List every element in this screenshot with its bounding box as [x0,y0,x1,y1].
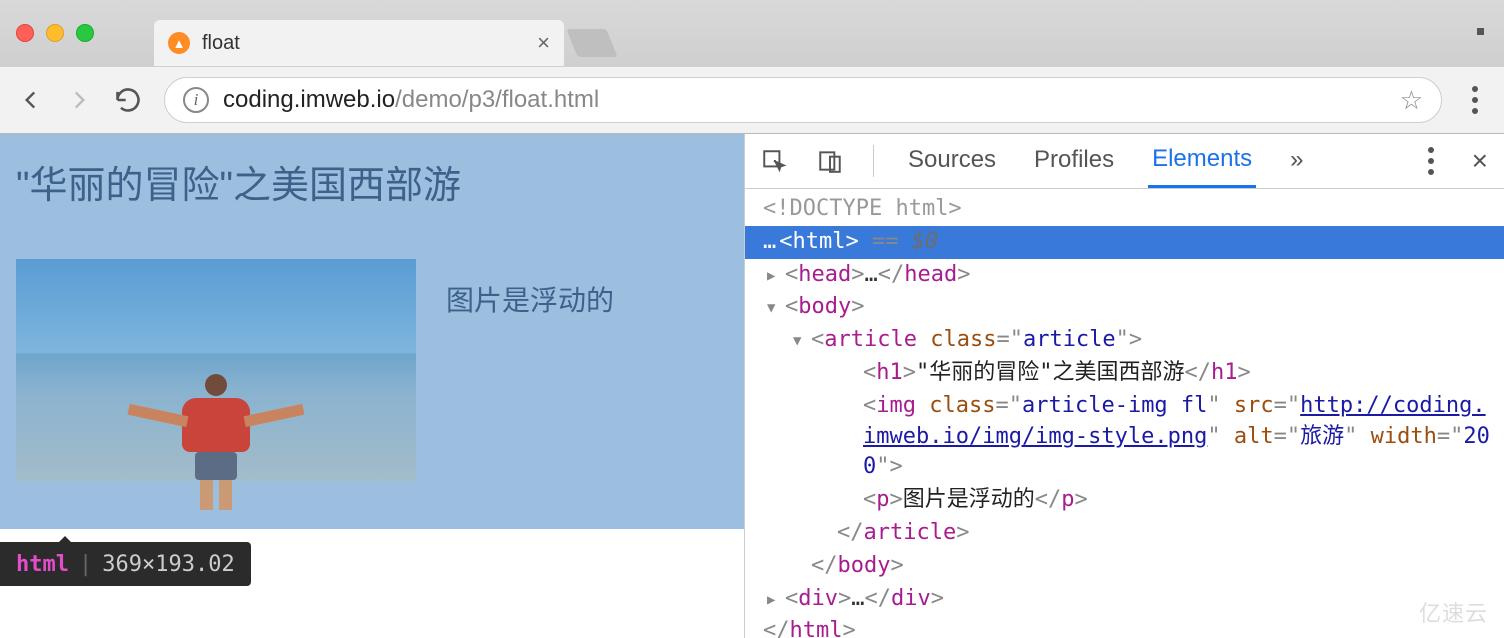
browser-tab-bar: ▲ float × [0,0,1504,66]
devtools-panel: Sources Profiles Elements » × <!DOCTYPE … [744,134,1504,638]
dom-html-selected[interactable]: …<html> == $0 [745,226,1504,259]
dom-article-close[interactable]: </article> [745,517,1504,550]
dom-body-close[interactable]: </body> [745,550,1504,583]
tab-more[interactable]: » [1286,136,1307,186]
article-image [16,259,416,481]
tooltip-dimensions: 369×193.02 [102,552,234,577]
tab-elements[interactable]: Elements [1148,135,1256,188]
article-highlight: "华丽的冒险"之美国西部游 图片是浮动的 [0,134,744,529]
toolbar: i coding.imweb.io/demo/p3/float.html ☆ [0,66,1504,134]
minimize-icon [1477,28,1484,35]
dom-h1[interactable]: <h1>"华丽的冒险"之美国西部游</h1> [745,357,1504,390]
bookmark-star-icon[interactable]: ☆ [1400,85,1423,116]
dom-html-close[interactable]: </html> [745,615,1504,638]
window-controls [16,24,94,42]
dom-img[interactable]: <img class="article-img fl" src="http://… [745,390,1504,484]
back-button[interactable] [18,87,44,113]
reload-button[interactable] [114,86,142,114]
devtools-menu-button[interactable] [1420,147,1442,175]
dom-head[interactable]: <head>…</head> [745,259,1504,292]
devtools-close-button[interactable]: × [1472,145,1488,177]
maximize-window-button[interactable] [76,24,94,42]
new-tab-button[interactable] [566,29,617,57]
element-tooltip: html | 369×193.02 [0,542,251,586]
minimize-window-button[interactable] [46,24,64,42]
close-tab-button[interactable]: × [537,30,550,56]
site-info-icon[interactable]: i [183,87,209,113]
dom-tree[interactable]: <!DOCTYPE html> …<html> == $0 <head>…</h… [745,189,1504,638]
chrome-menu-button[interactable] [1464,86,1486,114]
watermark: 亿速云 [1419,596,1488,628]
devtools-tab-bar: Sources Profiles Elements » × [745,134,1504,189]
page-heading: "华丽的冒险"之美国西部游 [16,154,728,209]
inspect-icon[interactable] [761,148,787,174]
dom-div[interactable]: <div>…</div> [745,583,1504,616]
dom-article-open[interactable]: <article class="article"> [745,324,1504,357]
tab-sources[interactable]: Sources [904,136,1000,186]
rendered-page: "华丽的冒险"之美国西部游 图片是浮动的 html | 369×193.02 [0,134,744,638]
tooltip-tag: html [16,552,69,577]
device-toggle-icon[interactable] [817,148,843,174]
forward-button[interactable] [66,87,92,113]
dom-doctype: <!DOCTYPE html> [763,196,962,221]
url-text: coding.imweb.io/demo/p3/float.html [223,86,599,114]
close-window-button[interactable] [16,24,34,42]
dom-p[interactable]: <p>图片是浮动的</p> [745,484,1504,517]
favicon-icon: ▲ [168,32,190,54]
tab-title: float [202,32,525,55]
tab-profiles[interactable]: Profiles [1030,136,1118,186]
browser-tab[interactable]: ▲ float × [154,20,564,66]
address-bar[interactable]: i coding.imweb.io/demo/p3/float.html ☆ [164,77,1442,123]
dom-body-open[interactable]: <body> [745,291,1504,324]
